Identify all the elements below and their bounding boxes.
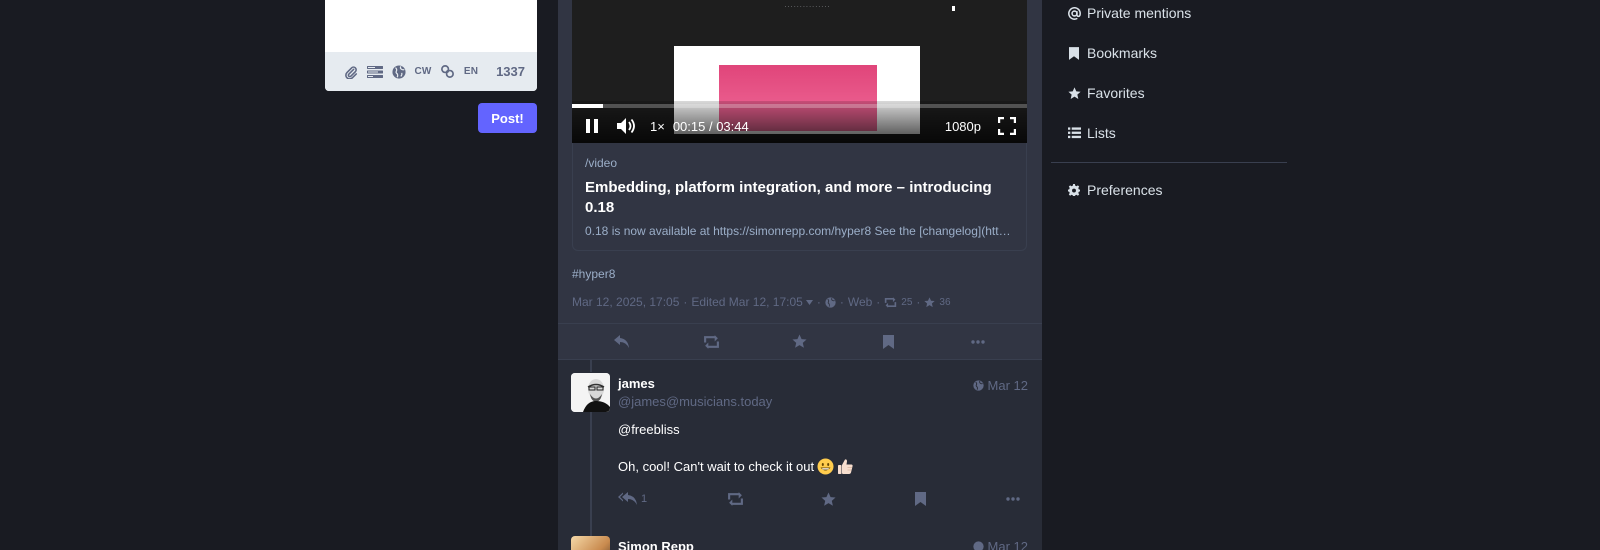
- compose-textarea[interactable]: [325, 0, 537, 52]
- post-button[interactable]: Post!: [478, 103, 537, 133]
- fullscreen-icon[interactable]: [997, 116, 1017, 136]
- card-host: /video: [585, 156, 618, 170]
- compose-form: CW EN 1337: [325, 0, 537, 91]
- reply-time-label: Mar 12: [987, 378, 1028, 393]
- hashtag-link[interactable]: #hyper8: [572, 267, 615, 281]
- reply-all-icon[interactable]: 1: [618, 486, 658, 512]
- reply-text: Oh, cool! Can't wait to check it out: [618, 459, 815, 474]
- favourite-star-icon[interactable]: [813, 486, 843, 512]
- avatar[interactable]: [571, 373, 610, 412]
- gear-icon: [1067, 183, 1081, 197]
- star-icon: [1067, 86, 1081, 100]
- video-player[interactable]: · · · · · · · · · · · · · · · 1× 00:15 /…: [572, 0, 1027, 143]
- ellipsis-icon[interactable]: [965, 329, 991, 355]
- card-title: Embedding, platform integration, and mor…: [585, 179, 992, 216]
- paperclip-icon[interactable]: [339, 60, 363, 84]
- pause-icon[interactable]: [582, 116, 602, 136]
- nav-bookmarks[interactable]: Bookmarks: [1067, 45, 1157, 61]
- reply-action-bar: 1: [618, 488, 1028, 510]
- content-warning-button[interactable]: CW: [411, 60, 435, 84]
- focused-status: · · · · · · · · · · · · · · · 1× 00:15 /…: [558, 0, 1042, 360]
- replies-count: 1: [641, 493, 648, 505]
- video-time: 00:15 / 03:44: [672, 118, 749, 134]
- next-display-name[interactable]: Simon Repp: [618, 539, 694, 550]
- nav-label: Preferences: [1087, 182, 1163, 198]
- reply-content: Oh, cool! Can't wait to check it out: [618, 458, 854, 475]
- card-description: 0.18 is now available at https://simonre…: [585, 224, 1014, 238]
- next-status[interactable]: Simon Repp Mar 12: [558, 530, 1042, 550]
- reblog-icon[interactable]: [698, 329, 724, 355]
- poll-icon[interactable]: [363, 60, 387, 84]
- nav-divider: [1051, 162, 1287, 163]
- nav-label: Lists: [1087, 125, 1116, 141]
- at-icon: [1067, 6, 1081, 20]
- reblogs-count[interactable]: 25: [901, 297, 912, 308]
- link-icon[interactable]: [435, 60, 459, 84]
- reply-timestamp[interactable]: Mar 12: [972, 378, 1028, 393]
- character-counter: 1337: [496, 64, 525, 79]
- volume-icon[interactable]: [614, 116, 640, 136]
- status-created-time[interactable]: Mar 12, 2025, 17:05: [572, 295, 679, 309]
- thumbs-up-emoji-icon: [837, 458, 854, 475]
- video-frame-cursor: [952, 6, 955, 11]
- globe-icon: [972, 380, 984, 391]
- bookmark-icon[interactable]: [906, 486, 936, 512]
- preview-card[interactable]: /video Embedding, platform integration, …: [572, 143, 1027, 251]
- nav-label: Bookmarks: [1087, 45, 1158, 61]
- nav-label: Private mentions: [1087, 5, 1192, 21]
- status-edited[interactable]: Edited Mar 12, 17:05: [691, 295, 802, 309]
- reply-status[interactable]: james @james@musicians.today Mar 12 @fre…: [558, 362, 1042, 550]
- video-controls: 1× 00:15 / 03:44 1080p: [572, 112, 1027, 140]
- bookmark-icon[interactable]: [876, 329, 902, 355]
- caret-down-icon[interactable]: [805, 299, 813, 305]
- grinning-face-emoji-icon: [817, 458, 834, 475]
- reblog-icon[interactable]: [721, 486, 751, 512]
- language-button[interactable]: EN: [459, 60, 483, 84]
- star-icon[interactable]: [924, 296, 936, 308]
- video-progress-fill: [572, 104, 603, 108]
- avatar[interactable]: [571, 536, 610, 550]
- status-action-bar: [558, 323, 1042, 360]
- reply-account-handle[interactable]: @james@musicians.today: [618, 394, 772, 409]
- video-quality-button[interactable]: 1080p: [945, 119, 981, 134]
- globe-icon[interactable]: [387, 60, 411, 84]
- video-frame-content: · · · · · · · · · · · · · · ·: [784, 4, 830, 10]
- favourite-star-icon[interactable]: [787, 329, 813, 355]
- globe-icon: [972, 541, 984, 550]
- bookmark-icon: [1067, 46, 1081, 60]
- nav-preferences[interactable]: Preferences: [1067, 182, 1162, 198]
- status-application: Web: [847, 295, 873, 309]
- nav-label: Favorites: [1087, 85, 1145, 101]
- nav-lists[interactable]: Lists: [1067, 125, 1116, 141]
- reblog-icon[interactable]: [884, 296, 897, 308]
- nav-favorites[interactable]: Favorites: [1067, 85, 1145, 101]
- reply-icon[interactable]: [609, 329, 635, 355]
- status-meta: Mar 12, 2025, 17:05 · Edited Mar 12, 17:…: [572, 295, 951, 309]
- compose-toolbar: CW EN 1337: [325, 52, 537, 91]
- timeline-column: · · · · · · · · · · · · · · · 1× 00:15 /…: [558, 0, 1042, 550]
- next-timestamp[interactable]: Mar 12: [972, 539, 1028, 550]
- favourites-count[interactable]: 36: [939, 297, 950, 308]
- list-icon: [1067, 126, 1081, 140]
- ellipsis-icon[interactable]: [998, 486, 1028, 512]
- next-time-label: Mar 12: [987, 539, 1028, 550]
- video-progress-bar[interactable]: [572, 104, 1027, 108]
- nav-private-mentions[interactable]: Private mentions: [1067, 5, 1191, 21]
- globe-icon: [825, 296, 836, 308]
- reply-display-name[interactable]: james: [618, 376, 655, 391]
- playback-speed-button[interactable]: 1×: [650, 119, 665, 134]
- mention-link[interactable]: @freebliss: [618, 422, 680, 437]
